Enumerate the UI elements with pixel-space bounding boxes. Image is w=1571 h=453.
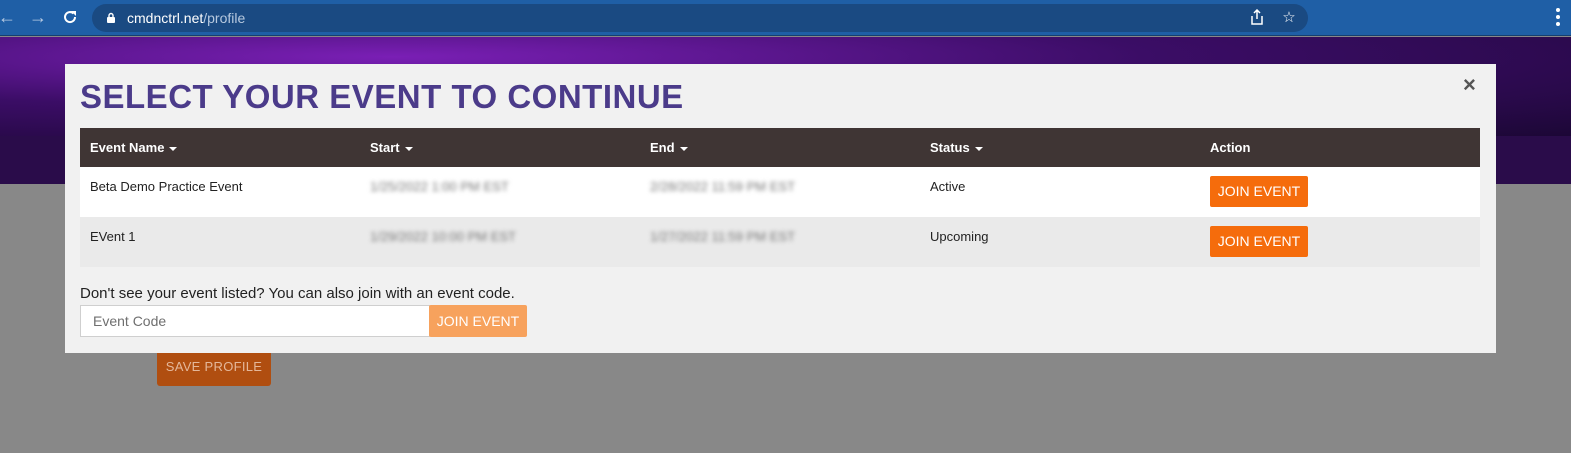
- action-cell: JOIN EVENT: [1200, 217, 1480, 267]
- start-cell: 1/25/2022 1:00 PM EST: [360, 167, 640, 217]
- column-header-status[interactable]: Status: [920, 128, 1200, 167]
- sort-caret-icon: [169, 146, 178, 151]
- end-cell: 1/27/2022 11:59 PM EST: [640, 217, 920, 267]
- url-text: cmdnctrl.net/profile: [127, 10, 246, 26]
- action-cell: JOIN EVENT: [1200, 167, 1480, 217]
- column-header-event-name[interactable]: Event Name: [80, 128, 360, 167]
- back-arrow-icon[interactable]: ←: [0, 6, 18, 28]
- event-name-cell: Beta Demo Practice Event: [80, 167, 360, 217]
- table-row: Beta Demo Practice Event 1/25/2022 1:00 …: [80, 167, 1480, 217]
- join-with-code-button[interactable]: JOIN EVENT: [429, 305, 527, 337]
- reload-icon[interactable]: [59, 6, 81, 28]
- event-code-prompt: Don't see your event listed? You can als…: [80, 285, 515, 302]
- sort-caret-icon: [679, 146, 688, 151]
- event-name-cell: EVent 1: [80, 217, 360, 267]
- table-row: EVent 1 1/29/2022 10:00 PM EST 1/27/2022…: [80, 217, 1480, 267]
- column-header-end[interactable]: End: [640, 128, 920, 167]
- share-icon[interactable]: [1248, 8, 1266, 27]
- status-cell: Active: [920, 167, 1200, 217]
- browser-toolbar: ← → cmdnctrl.net/profile ☆: [0, 0, 1571, 36]
- column-header-action: Action: [1200, 128, 1480, 167]
- star-icon[interactable]: ☆: [1280, 9, 1298, 27]
- column-header-start[interactable]: Start: [360, 128, 640, 167]
- close-icon[interactable]: ×: [1463, 74, 1476, 96]
- address-bar[interactable]: cmdnctrl.net/profile ☆: [92, 4, 1308, 32]
- join-event-button[interactable]: JOIN EVENT: [1210, 176, 1308, 207]
- sort-caret-icon: [404, 146, 413, 151]
- save-profile-button[interactable]: SAVE PROFILE: [157, 348, 271, 386]
- forward-arrow-icon[interactable]: →: [27, 6, 49, 28]
- event-select-modal: SELECT YOUR EVENT TO CONTINUE × Event Na…: [65, 64, 1496, 353]
- sort-caret-icon: [974, 146, 983, 151]
- join-event-button[interactable]: JOIN EVENT: [1210, 226, 1308, 257]
- table-header-row: Event Name Start End Status Action: [80, 128, 1480, 167]
- events-table: Event Name Start End Status Action Beta …: [80, 128, 1480, 267]
- event-code-input[interactable]: [80, 305, 430, 337]
- modal-title: SELECT YOUR EVENT TO CONTINUE: [80, 78, 684, 115]
- end-cell: 2/28/2022 11:59 PM EST: [640, 167, 920, 217]
- start-cell: 1/29/2022 10:00 PM EST: [360, 217, 640, 267]
- status-cell: Upcoming: [920, 217, 1200, 267]
- menu-icon[interactable]: [1556, 8, 1560, 28]
- lock-icon: [107, 12, 115, 23]
